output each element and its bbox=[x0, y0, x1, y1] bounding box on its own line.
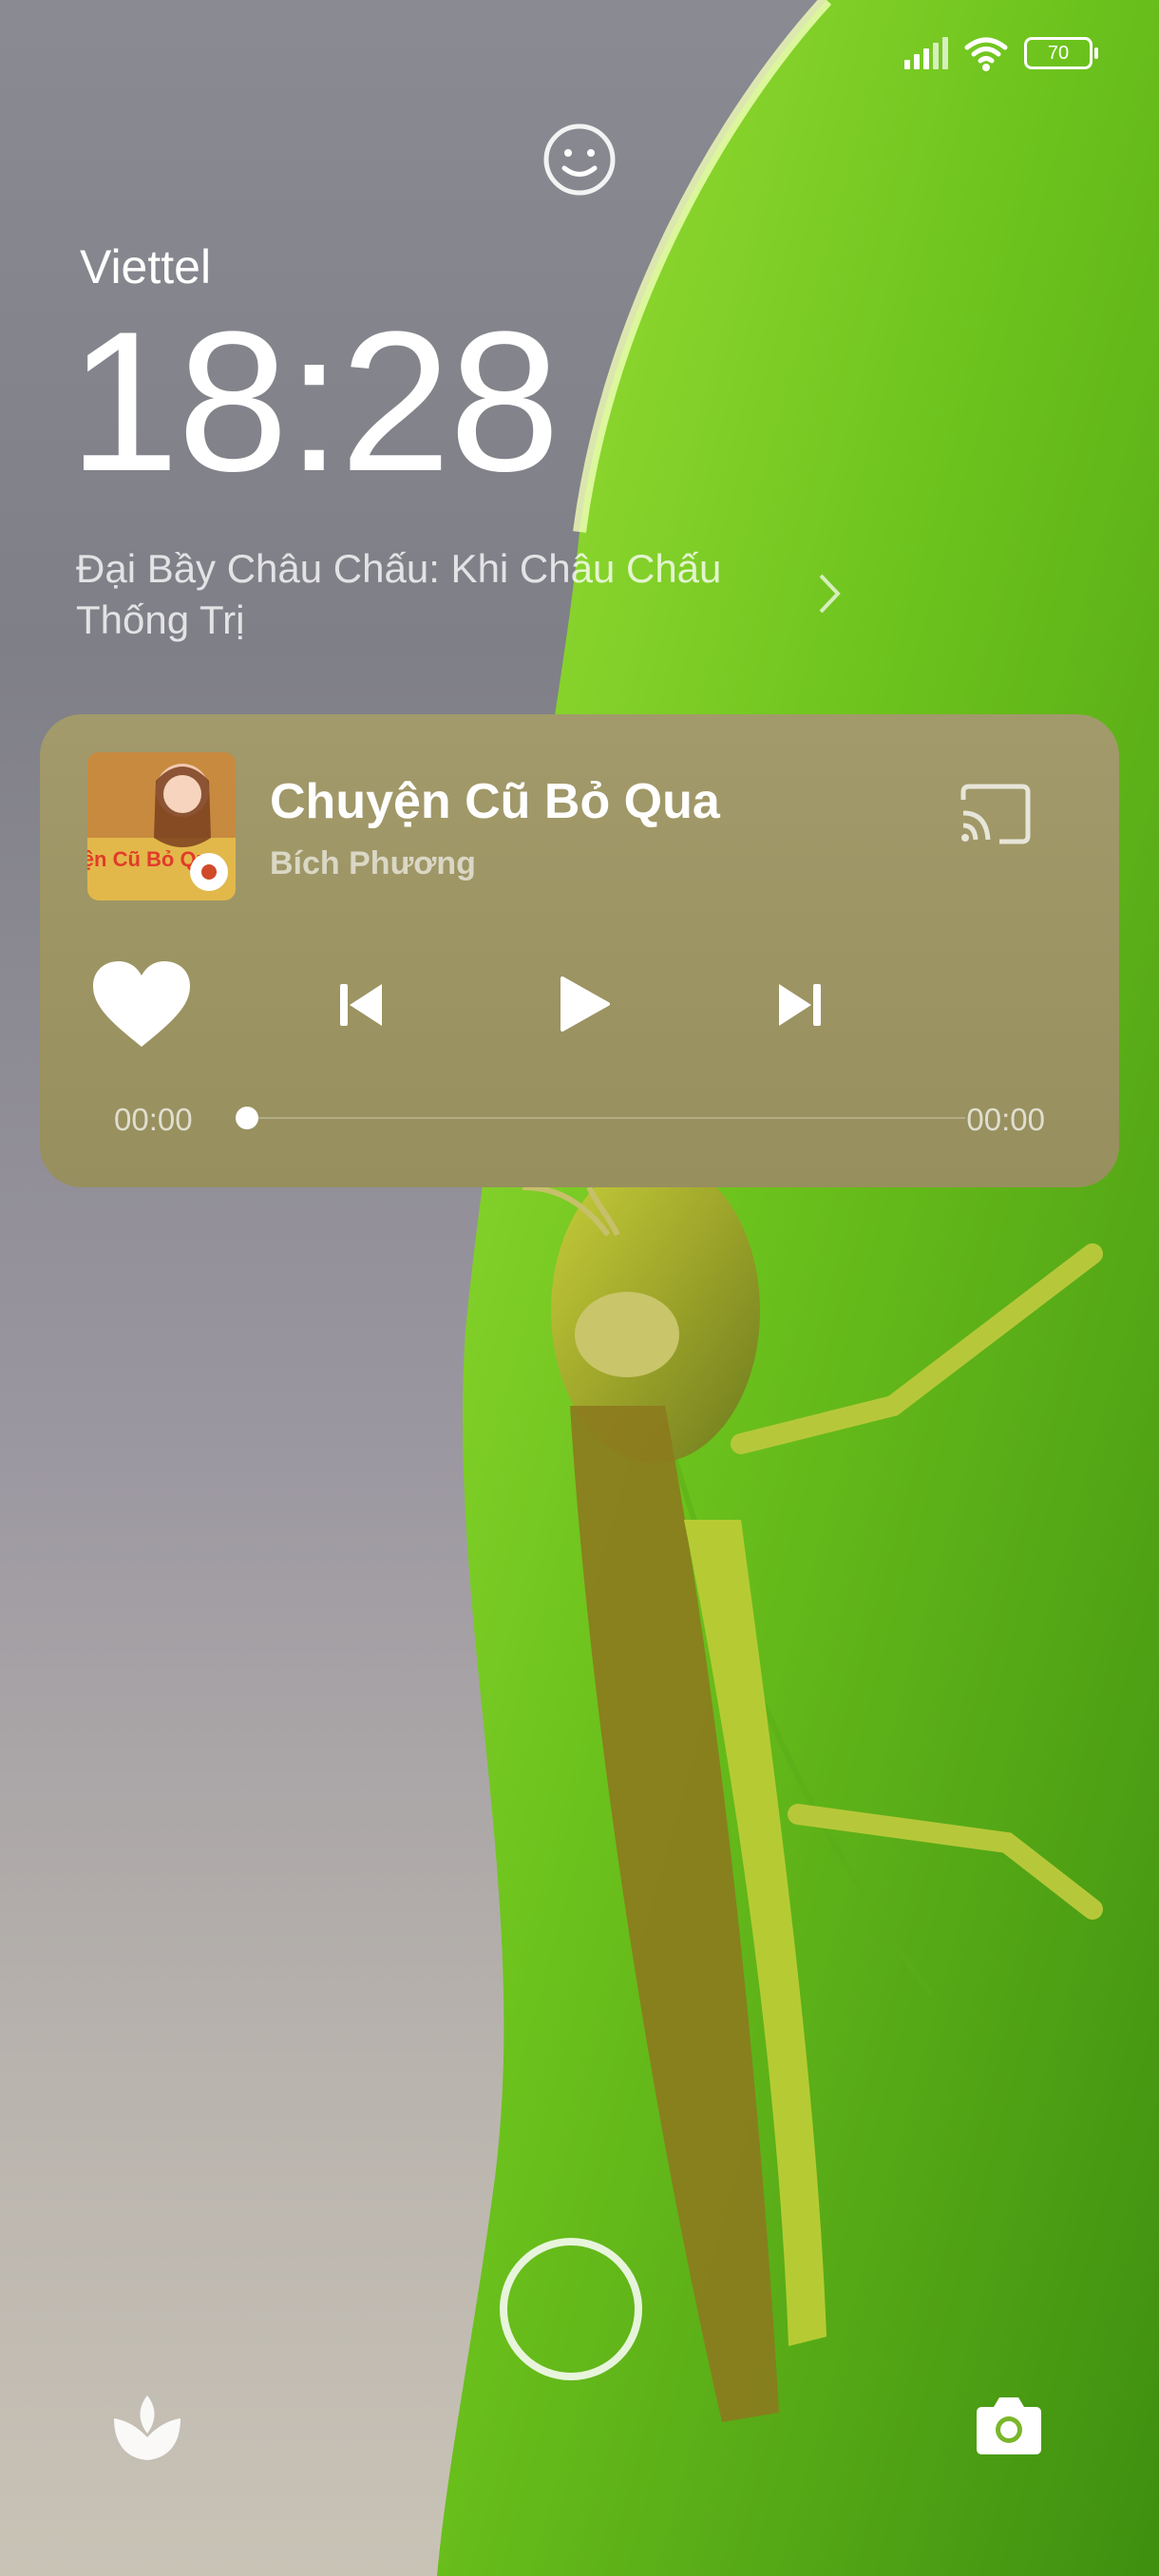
battery-icon: 70 bbox=[1024, 37, 1098, 69]
heart-icon[interactable] bbox=[89, 959, 194, 1051]
seek-bar[interactable] bbox=[247, 1117, 965, 1119]
duration-time: 00:00 bbox=[966, 1102, 1045, 1137]
elapsed-time: 00:00 bbox=[114, 1102, 193, 1137]
notification-text[interactable]: Đại Bầy Châu Chấu: Khi Châu Chấu Thống T… bbox=[76, 543, 760, 646]
camera-icon[interactable] bbox=[973, 2394, 1045, 2456]
chevron-right-icon[interactable] bbox=[815, 570, 844, 622]
face-icon[interactable] bbox=[542, 122, 618, 198]
play-icon[interactable] bbox=[555, 975, 612, 1033]
carrier-label: Viettel bbox=[80, 240, 212, 294]
unlock-ring[interactable] bbox=[500, 2238, 642, 2380]
tulip-icon[interactable] bbox=[112, 2394, 182, 2462]
media-player-card[interactable]: Chuyện Cũ Bỏ Qua Chuyện Cũ Bỏ Qua Bích P… bbox=[40, 714, 1119, 1187]
signal-icon bbox=[904, 37, 948, 69]
status-bar: 70 bbox=[904, 34, 1098, 72]
previous-icon[interactable] bbox=[334, 978, 388, 1032]
cast-icon[interactable] bbox=[958, 783, 1034, 845]
seek-thumb[interactable] bbox=[236, 1107, 258, 1129]
artist-name: Bích Phương bbox=[270, 845, 476, 881]
album-art: Chuyện Cũ Bỏ Qua bbox=[87, 752, 236, 900]
clock-time: 18:28 bbox=[68, 290, 560, 513]
next-icon[interactable] bbox=[773, 978, 826, 1032]
wifi-icon bbox=[964, 37, 1008, 71]
song-title: Chuyện Cũ Bỏ Qua bbox=[270, 774, 720, 829]
